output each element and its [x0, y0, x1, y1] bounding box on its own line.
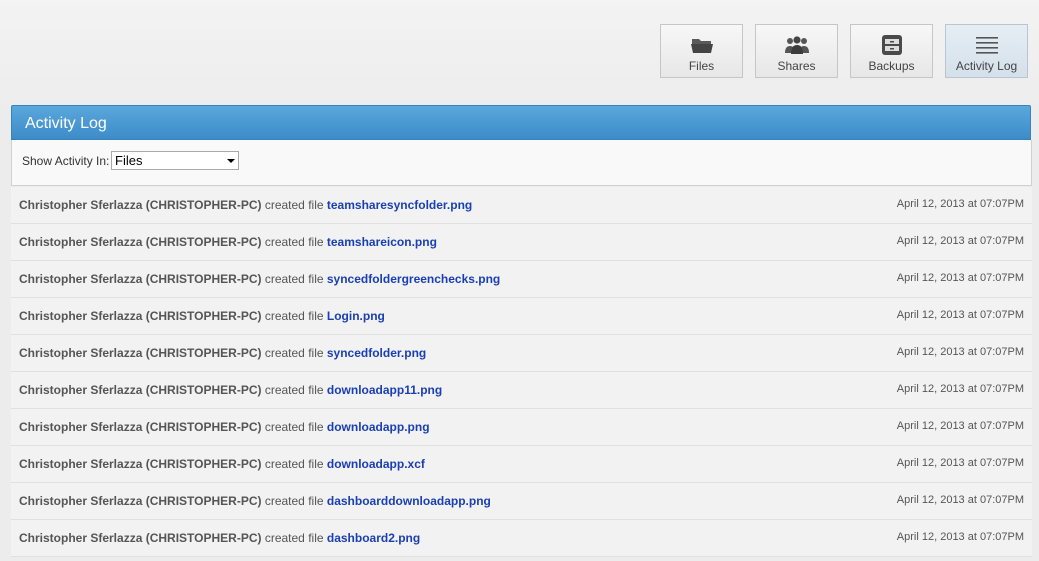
files-button[interactable]: Files [660, 24, 743, 78]
activity-text: Christopher Sferlazza (CHRISTOPHER-PC) c… [19, 198, 472, 212]
activity-row: Christopher Sferlazza (CHRISTOPHER-PC) c… [11, 298, 1032, 335]
activity-timestamp: April 12, 2013 at 07:07PM [896, 420, 1024, 432]
activity-filter-select[interactable]: Files [111, 151, 239, 170]
activity-file-link[interactable]: syncedfolder.png [327, 346, 426, 360]
activity-row: Christopher Sferlazza (CHRISTOPHER-PC) c… [11, 261, 1032, 298]
activity-file-link[interactable]: downloadapp11.png [327, 383, 442, 397]
activity-timestamp: April 12, 2013 at 07:07PM [896, 235, 1024, 247]
activity-timestamp: April 12, 2013 at 07:07PM [896, 457, 1024, 469]
activity-action: created file [264, 531, 324, 545]
activity-log-label: Activity Log [955, 59, 1018, 73]
activity-action: created file [264, 457, 324, 471]
activity-timestamp: April 12, 2013 at 07:07PM [896, 198, 1024, 210]
activity-text: Christopher Sferlazza (CHRISTOPHER-PC) c… [19, 272, 500, 286]
filter-bar: Show Activity In: Files [11, 140, 1032, 186]
shares-button[interactable]: Shares [755, 24, 838, 78]
activity-row: Christopher Sferlazza (CHRISTOPHER-PC) c… [11, 409, 1032, 446]
activity-row: Christopher Sferlazza (CHRISTOPHER-PC) c… [11, 483, 1032, 520]
users-icon [784, 36, 809, 54]
activity-row: Christopher Sferlazza (CHRISTOPHER-PC) c… [11, 335, 1032, 372]
activity-user: Christopher Sferlazza (CHRISTOPHER-PC) [19, 309, 262, 323]
activity-user: Christopher Sferlazza (CHRISTOPHER-PC) [19, 235, 262, 249]
list-lines-icon [975, 37, 998, 54]
activity-file-link[interactable]: downloadapp.png [327, 420, 430, 434]
activity-file-link[interactable]: teamshareicon.png [327, 235, 437, 249]
activity-list: Christopher Sferlazza (CHRISTOPHER-PC) c… [11, 187, 1032, 557]
activity-action: created file [264, 235, 324, 249]
activity-timestamp: April 12, 2013 at 07:07PM [896, 309, 1024, 321]
activity-row: Christopher Sferlazza (CHRISTOPHER-PC) c… [11, 224, 1032, 261]
activity-text: Christopher Sferlazza (CHRISTOPHER-PC) c… [19, 531, 420, 545]
activity-user: Christopher Sferlazza (CHRISTOPHER-PC) [19, 531, 262, 545]
backups-label: Backups [868, 59, 915, 73]
activity-row: Christopher Sferlazza (CHRISTOPHER-PC) c… [11, 372, 1032, 409]
activity-user: Christopher Sferlazza (CHRISTOPHER-PC) [19, 383, 262, 397]
activity-file-link[interactable]: dashboard2.png [327, 531, 420, 545]
activity-file-link[interactable]: Login.png [327, 309, 385, 323]
activity-log-button[interactable]: Activity Log [945, 24, 1028, 78]
activity-timestamp: April 12, 2013 at 07:07PM [896, 531, 1024, 543]
activity-text: Christopher Sferlazza (CHRISTOPHER-PC) c… [19, 457, 425, 471]
folder-icon [690, 39, 713, 53]
activity-action: created file [264, 309, 324, 323]
panel-header: Activity Log [11, 105, 1031, 140]
activity-text: Christopher Sferlazza (CHRISTOPHER-PC) c… [19, 383, 442, 397]
activity-user: Christopher Sferlazza (CHRISTOPHER-PC) [19, 494, 262, 508]
activity-timestamp: April 12, 2013 at 07:07PM [896, 383, 1024, 395]
activity-text: Christopher Sferlazza (CHRISTOPHER-PC) c… [19, 494, 491, 508]
activity-file-link[interactable]: syncedfoldergreenchecks.png [327, 272, 500, 286]
activity-file-link[interactable]: dashboarddownloadapp.png [327, 494, 491, 508]
activity-action: created file [264, 272, 324, 286]
activity-action: created file [264, 420, 324, 434]
activity-timestamp: April 12, 2013 at 07:07PM [896, 494, 1024, 506]
activity-filter-value: Files [115, 153, 143, 168]
activity-text: Christopher Sferlazza (CHRISTOPHER-PC) c… [19, 235, 437, 249]
activity-user: Christopher Sferlazza (CHRISTOPHER-PC) [19, 272, 262, 286]
chevron-down-icon [227, 159, 235, 163]
activity-user: Christopher Sferlazza (CHRISTOPHER-PC) [19, 457, 262, 471]
activity-text: Christopher Sferlazza (CHRISTOPHER-PC) c… [19, 420, 430, 434]
activity-text: Christopher Sferlazza (CHRISTOPHER-PC) c… [19, 309, 385, 323]
panel-title: Activity Log [25, 115, 107, 132]
activity-user: Christopher Sferlazza (CHRISTOPHER-PC) [19, 420, 262, 434]
files-label: Files [688, 59, 715, 73]
activity-user: Christopher Sferlazza (CHRISTOPHER-PC) [19, 198, 262, 212]
activity-action: created file [264, 198, 324, 212]
activity-action: created file [264, 346, 324, 360]
shares-label: Shares [777, 59, 816, 73]
activity-text: Christopher Sferlazza (CHRISTOPHER-PC) c… [19, 346, 426, 360]
activity-action: created file [264, 494, 324, 508]
activity-timestamp: April 12, 2013 at 07:07PM [896, 346, 1024, 358]
backups-button[interactable]: Backups [850, 24, 933, 78]
activity-user: Christopher Sferlazza (CHRISTOPHER-PC) [19, 346, 262, 360]
activity-timestamp: April 12, 2013 at 07:07PM [896, 272, 1024, 284]
activity-row: Christopher Sferlazza (CHRISTOPHER-PC) c… [11, 520, 1032, 557]
filter-label: Show Activity In: [22, 154, 110, 168]
activity-row: Christopher Sferlazza (CHRISTOPHER-PC) c… [11, 446, 1032, 483]
activity-row: Christopher Sferlazza (CHRISTOPHER-PC) c… [11, 187, 1032, 224]
activity-file-link[interactable]: teamsharesyncfolder.png [327, 198, 472, 212]
activity-file-link[interactable]: downloadapp.xcf [327, 457, 425, 471]
activity-action: created file [264, 383, 324, 397]
archive-box-icon [881, 35, 902, 55]
